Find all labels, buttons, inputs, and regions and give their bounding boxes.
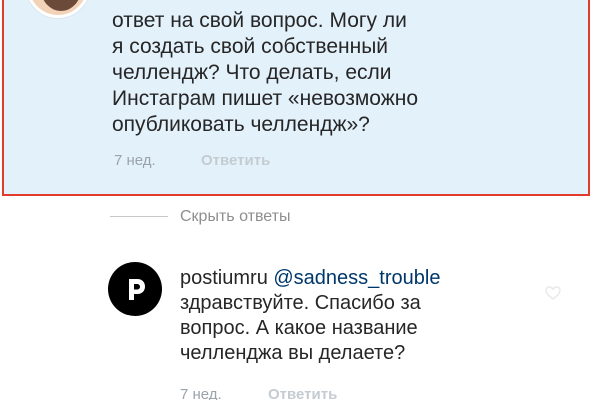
reply-header-line: postiumru @sadness_trouble (180, 266, 560, 291)
comment-line: челлендж? Что делать, если (112, 61, 392, 84)
commenter-avatar[interactable] (26, 0, 90, 18)
heart-icon[interactable] (545, 285, 561, 306)
reply-line: челленджа вы делаете? (180, 342, 406, 364)
comment-text: ответ на свой вопрос. Могу ли я создать … (112, 8, 572, 138)
reply-body: postiumru @sadness_trouble здравствуйте.… (180, 266, 560, 366)
comment-line: ответ на свой вопрос. Могу ли (112, 9, 407, 32)
highlighted-comment: ответ на свой вопрос. Могу ли я создать … (2, 0, 590, 196)
comment-timestamp: 7 нед. (114, 152, 156, 169)
reply-username[interactable]: postiumru (180, 267, 268, 289)
reply-line: здравствуйте. Спасибо за (180, 292, 421, 314)
comment-reply-button[interactable]: Ответить (201, 152, 270, 169)
reply-mention-link[interactable]: @sadness_trouble (273, 267, 440, 289)
avatar-photo (41, 0, 81, 11)
reply-timestamp: 7 нед. (180, 386, 222, 400)
reply-reply-button[interactable]: Ответить (268, 386, 337, 400)
postium-logo-icon (129, 279, 145, 300)
comment-line: я создать свой собственный (112, 35, 389, 58)
reply-avatar[interactable] (108, 262, 162, 316)
comment-line: Инстаграм пишет «невозможно (112, 87, 419, 110)
comment-line: опубликовать челлендж»? (112, 113, 370, 136)
hide-replies-divider (110, 216, 168, 217)
hide-replies-button[interactable]: Скрыть ответы (180, 208, 290, 226)
reply-line: вопрос. А какое название (180, 317, 418, 339)
